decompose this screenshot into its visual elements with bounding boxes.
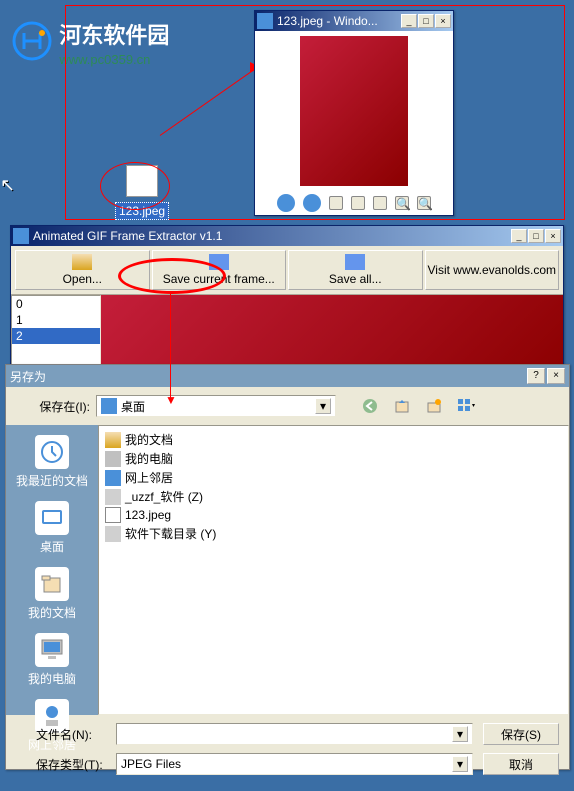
next-button[interactable] [303,194,321,212]
sidebar-label: 桌面 [35,538,69,555]
gif-app-icon [13,228,29,244]
saveas-titlebar[interactable]: 另存为 ? × [6,365,569,387]
location-text: 桌面 [121,398,315,415]
saveas-title: 另存为 [10,368,527,385]
folder-icon [72,254,92,270]
file-item[interactable]: _uzzf_软件 (Z) [103,487,564,506]
minimize-button[interactable]: _ [511,229,527,243]
prev-button[interactable] [277,194,295,212]
actual-button[interactable] [351,196,365,210]
file-list[interactable]: 我的文档 我的电脑 网上邻居 _uzzf_软件 (Z) 123.jpeg 软件下… [98,425,569,715]
close-button[interactable]: × [547,368,565,384]
slideshow-button[interactable] [373,196,387,210]
viewer-canvas [255,31,453,191]
viewer-image [300,36,408,186]
cursor-icon: ↖ [0,175,15,196]
visit-label: Visit www.evanolds.com [428,263,557,277]
file-item[interactable]: 软件下载目录 (Y) [103,524,564,543]
visit-button[interactable]: Visit www.evanolds.com [425,250,560,290]
frame-item[interactable]: 2 [12,328,100,344]
computer-icon [35,633,69,667]
zoom-in-button[interactable]: 🔍 [395,196,409,210]
desktop-icon [101,398,117,414]
watermark-logo-icon [12,21,52,64]
maximize-button[interactable]: □ [418,14,434,28]
gif-toolbar: Open... Save current frame... Save all..… [11,246,563,295]
viewer-app-icon [257,13,273,29]
minimize-button[interactable]: _ [401,14,417,28]
zoom-out-button[interactable]: 🔍 [417,196,431,210]
filetype-value: JPEG Files [121,757,181,771]
sidebar-computer[interactable]: 我的电脑 [28,629,76,691]
filetype-label: 保存类型(T): [16,756,116,773]
file-name: 网上邻居 [125,469,173,486]
file-name: 我的文档 [125,431,173,448]
sidebar-documents[interactable]: 我的文档 [28,563,76,625]
filename-label: 文件名(N): [16,726,116,743]
image-viewer-window: 123.jpeg - Windo... _ □ × 🔍 🔍 [254,10,454,216]
file-name: 123.jpeg [125,508,171,522]
sidebar-recent[interactable]: 我最近的文档 [16,431,88,493]
gif-titlebar[interactable]: Animated GIF Frame Extractor v1.1 _ □ × [11,226,563,246]
sidebar-label: 我的电脑 [28,670,76,687]
location-combo[interactable]: 桌面 ▾ [96,395,336,417]
disk-icon [345,254,365,270]
sidebar-desktop[interactable]: 桌面 [35,497,69,559]
close-button[interactable]: × [545,229,561,243]
frame-item[interactable]: 0 [12,296,100,312]
dropdown-button[interactable]: ▾ [452,726,468,742]
disk-icon [209,254,229,270]
help-button[interactable]: ? [527,368,545,384]
filetype-combo[interactable]: JPEG Files ▾ [116,753,473,775]
places-sidebar: 我最近的文档 桌面 我的文档 我的电脑 网上邻居 [6,425,98,715]
filename-input[interactable]: ▾ [116,723,473,745]
file-item[interactable]: 网上邻居 [103,468,564,487]
file-name: 我的电脑 [125,450,173,467]
view-menu-button[interactable] [456,396,476,416]
annotation-arrowhead: ▼ [165,393,177,407]
cancel-button[interactable]: 取消 [483,753,559,775]
back-button[interactable] [360,396,380,416]
file-item[interactable]: 我的文档 [103,430,564,449]
maximize-button[interactable]: □ [528,229,544,243]
viewer-toolbar: 🔍 🔍 [255,191,453,215]
documents-icon [35,567,69,601]
save-current-button[interactable]: Save current frame... [152,250,287,290]
file-item[interactable]: 我的电脑 [103,449,564,468]
gif-title: Animated GIF Frame Extractor v1.1 [33,229,511,243]
frame-item[interactable]: 1 [12,312,100,328]
save-all-label: Save all... [329,272,382,286]
folder-icon [105,432,121,448]
new-folder-button[interactable] [424,396,444,416]
viewer-titlebar[interactable]: 123.jpeg - Windo... _ □ × [255,11,453,31]
drive-icon [105,526,121,542]
dropdown-button[interactable]: ▾ [452,756,468,772]
dropdown-button[interactable]: ▾ [315,398,331,414]
fit-button[interactable] [329,196,343,210]
open-label: Open... [63,272,102,286]
save-all-button[interactable]: Save all... [288,250,423,290]
close-button[interactable]: × [435,14,451,28]
gif-extractor-window: Animated GIF Frame Extractor v1.1 _ □ × … [10,225,564,375]
save-button[interactable]: 保存(S) [483,723,559,745]
computer-icon [105,451,121,467]
network-icon [105,470,121,486]
desktop-icon [35,501,69,535]
save-current-label: Save current frame... [163,272,275,286]
recent-icon [35,435,69,469]
sidebar-label: 我的文档 [28,604,76,621]
file-name: 软件下载目录 (Y) [125,525,216,542]
image-file-icon [105,507,121,523]
file-name: _uzzf_软件 (Z) [125,488,203,505]
save-in-label: 保存在(I): [16,398,90,415]
viewer-title: 123.jpeg - Windo... [277,14,401,28]
up-button[interactable] [392,396,412,416]
drive-icon [105,489,121,505]
open-button[interactable]: Open... [15,250,150,290]
annotation-circle [100,162,170,210]
save-as-dialog: 另存为 ? × 保存在(I): 桌面 ▾ 我最近的文档 桌面 [5,364,570,770]
file-item[interactable]: 123.jpeg [103,506,564,524]
sidebar-label: 我最近的文档 [16,472,88,489]
